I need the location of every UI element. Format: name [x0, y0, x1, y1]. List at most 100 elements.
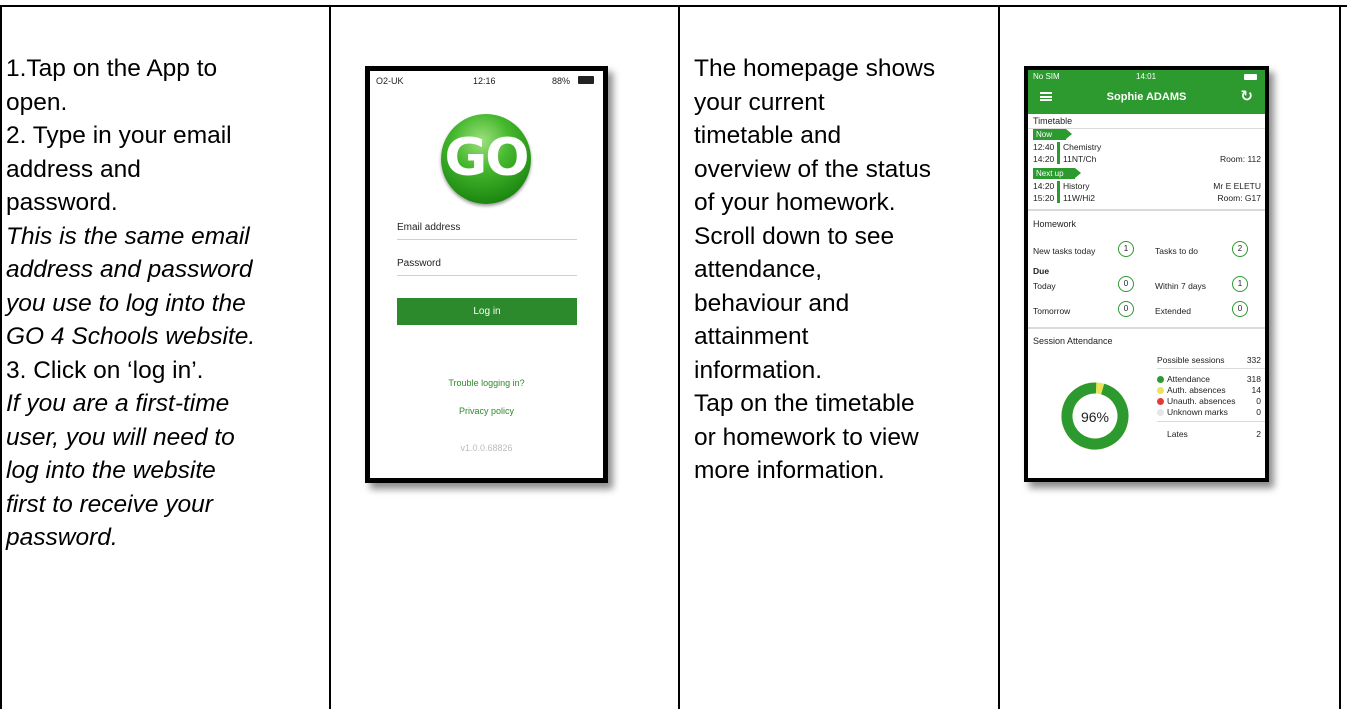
unauth-absences-label: Unauth. absences: [1167, 396, 1236, 406]
divider: [1028, 209, 1265, 211]
version-label: v1.0.0.68826: [460, 443, 513, 453]
description-line: overview of the status: [694, 155, 931, 183]
go-logo-icon: GO: [441, 114, 531, 204]
tasks-todo-label: Tasks to do: [1155, 246, 1198, 256]
divider: [1157, 368, 1265, 369]
instruction-note: This is the same email: [6, 222, 250, 250]
description-line: attendance,: [694, 256, 823, 283]
attendance-percent: 96%: [1080, 409, 1110, 425]
homepage-description: The homepage shows your current timetabl…: [694, 52, 935, 488]
homepage-phone-screenshot: No SIM 14:01 Sophie ADAMS ↻ Timetable No…: [1024, 66, 1269, 482]
instruction-table: 1.Tap on the App to open. 2. Type in you…: [0, 0, 1347, 709]
attendance-dot: [1157, 376, 1164, 383]
today-count: 0: [1118, 276, 1134, 292]
next-lesson-bar: [1057, 181, 1060, 203]
description-line: your current: [694, 88, 825, 116]
description-line: of your homework.: [694, 189, 896, 216]
instruction-note: address and password: [6, 256, 253, 283]
status-bar: O2-UK 12:16 88%: [370, 71, 603, 91]
description-line: The homepage shows: [694, 55, 936, 82]
attendance-title: Session Attendance: [1033, 336, 1113, 346]
logo-text: GO: [444, 128, 530, 188]
description-line: more information.: [694, 457, 885, 484]
divider: [1028, 327, 1265, 329]
email-label: Email address: [397, 222, 461, 233]
tasks-todo-count: 2: [1232, 241, 1248, 257]
table-right-border: [1339, 5, 1341, 709]
login-button[interactable]: Log in: [397, 298, 577, 325]
next-teacher: Mr E ELETU: [1213, 181, 1261, 191]
instruction-line: 3. Click on ‘log in’.: [6, 356, 204, 384]
description-line: behaviour and: [694, 289, 850, 317]
instruction-line: 1.Tap on the App to: [6, 55, 218, 82]
next-subject: History: [1063, 181, 1090, 191]
carrier-label: O2-UK: [376, 76, 404, 86]
possible-sessions-value: 332: [1246, 355, 1261, 365]
homepage-screen: No SIM 14:01 Sophie ADAMS ↻ Timetable No…: [1028, 70, 1265, 478]
auth-absences-dot: [1157, 387, 1164, 394]
next-class: 11W/Hi2: [1063, 193, 1095, 203]
table-top-border: [0, 5, 1347, 7]
now-room: Room: 112: [1220, 154, 1261, 164]
app-header: No SIM 14:01 Sophie ADAMS ↻: [1028, 70, 1265, 114]
instruction-note: user, you will need to: [6, 423, 235, 451]
homework-title: Homework: [1033, 219, 1077, 229]
extended-count: 0: [1232, 301, 1248, 317]
lates-value: 2: [1256, 429, 1261, 439]
description-line: Scroll down to see: [694, 222, 895, 250]
extended-label: Extended: [1155, 306, 1191, 316]
trouble-logging-in-link[interactable]: Trouble logging in?: [370, 378, 603, 388]
unknown-marks-label: Unknown marks: [1167, 407, 1228, 417]
instruction-note: GO 4 Schools website.: [6, 323, 256, 350]
instruction-note: log into the website: [6, 457, 216, 484]
tomorrow-count: 0: [1118, 301, 1134, 317]
next-up-tag: Next up: [1033, 168, 1081, 179]
instruction-note: If you are a first-time: [6, 390, 230, 417]
instruction-line: address and: [6, 155, 141, 183]
table-left-border: [0, 5, 2, 709]
instruction-line: password.: [6, 189, 118, 216]
auth-absences-label: Auth. absences: [1167, 385, 1226, 395]
clock-label: 14:01: [1136, 72, 1157, 81]
email-field[interactable]: [397, 239, 577, 240]
description-line: Tap on the timetable: [694, 390, 915, 417]
refresh-icon[interactable]: ↻: [1240, 87, 1253, 105]
login-screen: O2-UK 12:16 88% GO Email address Passwor…: [370, 71, 603, 478]
description-line: information.: [694, 356, 823, 384]
next-start-time: 14:20: [1033, 181, 1055, 191]
now-class: 11NT/Ch: [1063, 154, 1097, 164]
auth-absences-value: 14: [1251, 385, 1261, 395]
privacy-policy-link[interactable]: Privacy policy: [370, 406, 603, 416]
unknown-marks-value: 0: [1256, 407, 1261, 417]
column-divider-3: [998, 5, 1000, 709]
battery-icon: [1244, 74, 1257, 80]
user-name: Sophie ADAMS: [1106, 91, 1187, 103]
instruction-note: password.: [6, 524, 118, 551]
column-divider-1: [329, 5, 331, 709]
new-tasks-count: 1: [1118, 241, 1134, 257]
unauth-absences-dot: [1157, 398, 1164, 405]
possible-sessions-label: Possible sessions: [1157, 355, 1225, 365]
login-phone-screenshot: O2-UK 12:16 88% GO Email address Passwor…: [365, 66, 608, 483]
now-end-time: 14:20: [1033, 154, 1055, 164]
next-room: Room: G17: [1217, 193, 1261, 203]
now-tag: Now: [1033, 129, 1072, 140]
column-divider-2: [678, 5, 680, 709]
login-instructions: 1.Tap on the App to open. 2. Type in you…: [6, 52, 255, 555]
within-7-days-label: Within 7 days: [1155, 281, 1207, 291]
description-line: or homework to view: [694, 423, 919, 451]
clock-label: 12:16: [473, 76, 496, 86]
new-tasks-label: New tasks today: [1033, 246, 1096, 256]
now-lesson-bar: [1057, 142, 1060, 164]
instruction-note: first to receive your: [6, 490, 213, 518]
attendance-value: 318: [1246, 374, 1261, 384]
carrier-label: No SIM: [1033, 72, 1060, 81]
unauth-absences-value: 0: [1256, 396, 1261, 406]
description-line: attainment: [694, 323, 809, 350]
battery-label: 88%: [552, 76, 571, 86]
password-field[interactable]: [397, 275, 577, 276]
due-label: Due: [1033, 266, 1050, 276]
next-end-time: 15:20: [1033, 193, 1055, 203]
instruction-note: you use to log into the: [6, 289, 246, 317]
attendance-label: Attendance: [1167, 374, 1211, 384]
